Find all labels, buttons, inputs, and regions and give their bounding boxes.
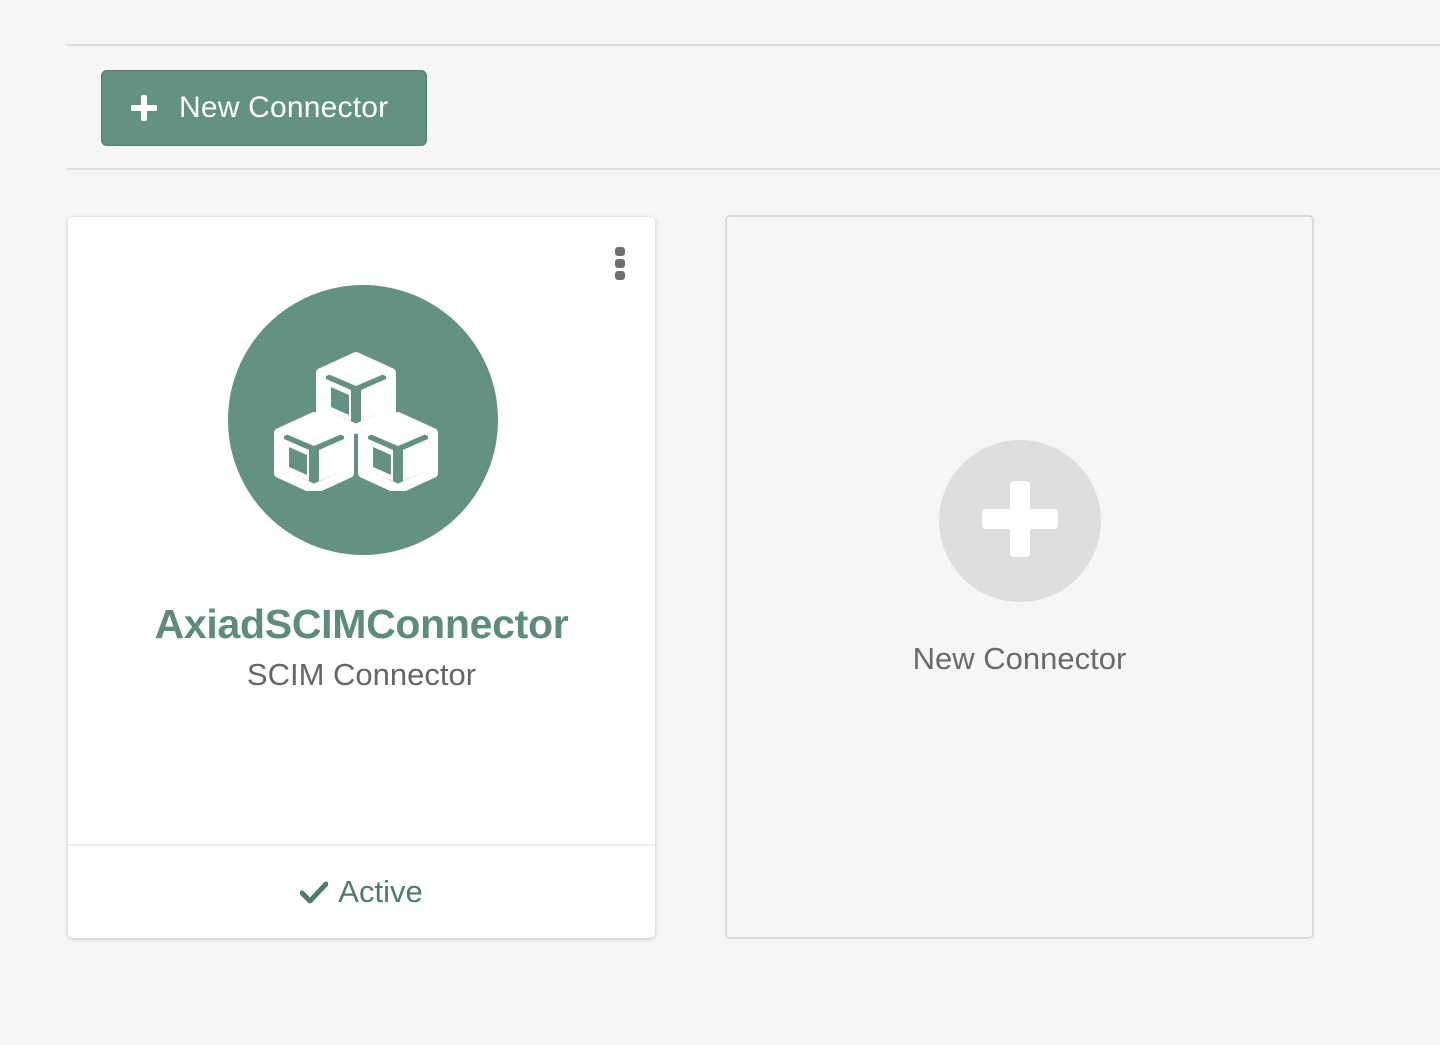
connector-logo xyxy=(228,285,498,555)
new-connector-button-label: New Connector xyxy=(179,91,389,124)
connector-card[interactable]: AxiadSCIMConnector SCIM Connector Active xyxy=(68,217,655,938)
add-connector-label[interactable]: New Connector xyxy=(727,641,1312,677)
kebab-menu-icon[interactable] xyxy=(614,247,626,283)
check-icon xyxy=(300,881,329,904)
connector-status: Active xyxy=(68,844,655,938)
add-connector-circle[interactable] xyxy=(939,440,1101,602)
cubes-icon xyxy=(274,352,438,491)
plus-icon xyxy=(982,481,1058,557)
connector-name[interactable]: AxiadSCIMConnector xyxy=(68,601,655,648)
connector-type: SCIM Connector xyxy=(246,657,477,692)
add-connector-card[interactable]: New Connector xyxy=(725,215,1314,939)
top-divider xyxy=(67,44,1440,46)
status-label: Active xyxy=(338,874,423,909)
new-connector-button[interactable]: New Connector xyxy=(101,70,427,146)
toolbar-divider xyxy=(67,168,1440,170)
plus-icon xyxy=(131,95,157,121)
